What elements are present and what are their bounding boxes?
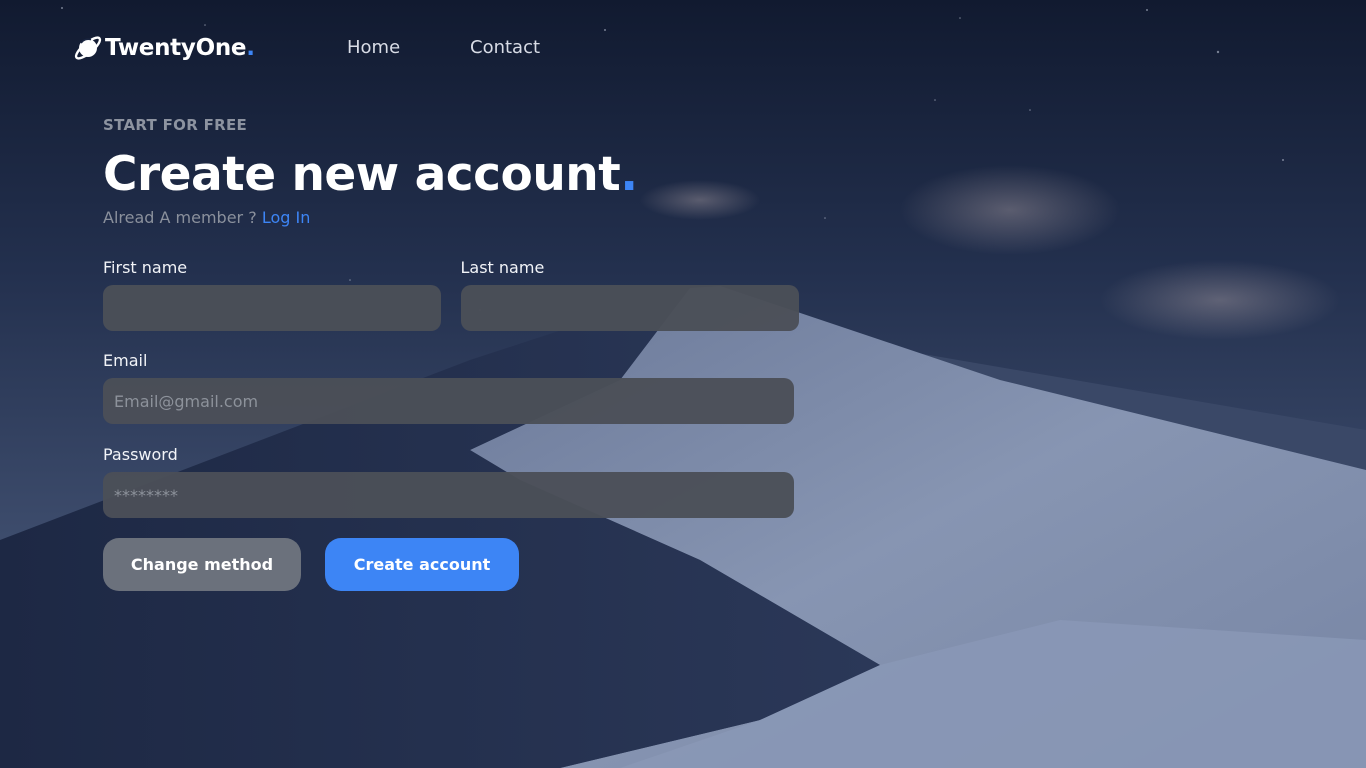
signup-page: TwentyOne. Home Contact START FOR FREE C… bbox=[0, 0, 1366, 768]
member-prompt: Alread A member ? Log In bbox=[103, 208, 803, 232]
brand-logo[interactable]: TwentyOne. bbox=[72, 28, 255, 68]
first-name-label: First name bbox=[103, 258, 188, 278]
nav-contact-link[interactable]: Contact bbox=[470, 37, 540, 58]
last-name-field: Last name bbox=[460, 258, 804, 332]
email-field: Email bbox=[103, 351, 803, 425]
login-link[interactable]: Log In bbox=[262, 208, 311, 227]
nav-home-link[interactable]: Home bbox=[347, 37, 400, 58]
create-account-button[interactable]: Create account bbox=[325, 538, 519, 592]
brand-name: TwentyOne bbox=[105, 35, 247, 61]
planet-icon bbox=[74, 36, 102, 60]
page-title-text: Create new account bbox=[103, 147, 621, 202]
password-input[interactable] bbox=[103, 472, 794, 519]
email-label: Email bbox=[103, 351, 148, 371]
email-input[interactable] bbox=[103, 378, 794, 425]
first-name-input[interactable] bbox=[103, 285, 441, 332]
signup-form-section: START FOR FREE Create new account. Alrea… bbox=[103, 116, 804, 592]
form-actions: Change method Create account bbox=[103, 538, 803, 592]
eyebrow-text: START FOR FREE bbox=[103, 116, 248, 134]
name-row: First name Last name bbox=[103, 258, 804, 332]
top-navigation: TwentyOne. Home Contact bbox=[72, 28, 672, 68]
member-text: Alread A member ? bbox=[103, 208, 257, 228]
last-name-input[interactable] bbox=[460, 285, 799, 332]
page-title: Create new account. bbox=[103, 147, 803, 202]
password-field: Password bbox=[103, 445, 803, 519]
brand-dot: . bbox=[246, 35, 255, 61]
change-method-button[interactable]: Change method bbox=[103, 538, 301, 592]
password-label: Password bbox=[103, 445, 178, 465]
first-name-field: First name bbox=[103, 258, 446, 332]
last-name-label: Last name bbox=[460, 258, 545, 278]
title-dot: . bbox=[620, 147, 638, 202]
